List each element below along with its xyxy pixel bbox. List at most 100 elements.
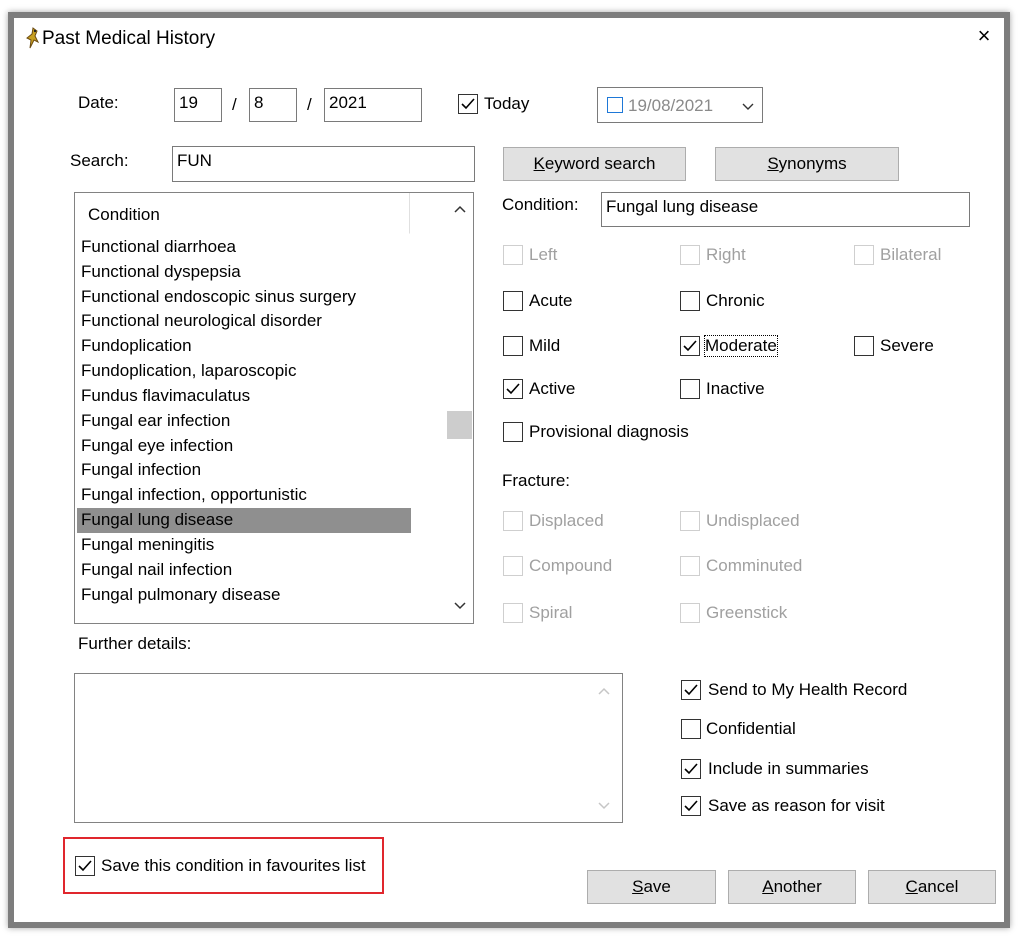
picker-value: 19/08/2021 <box>628 96 714 115</box>
further-details-label: Further details: <box>78 634 192 653</box>
mild-checkbox[interactable] <box>503 336 523 356</box>
list-item[interactable]: Fungal ear infection <box>81 409 409 434</box>
date-picker[interactable]: 19/08/2021 <box>597 87 763 123</box>
scroll-up-icon <box>598 687 610 695</box>
undisplaced-checkbox <box>680 511 700 531</box>
list-item[interactable]: Functional diarrhoea <box>81 235 409 260</box>
chevron-down-icon[interactable] <box>741 101 755 111</box>
severe-label: Severe <box>880 336 934 355</box>
chronic-label: Chronic <box>706 291 765 310</box>
list-item[interactable]: Functional endoscopic sinus surgery <box>81 285 409 310</box>
list-column-header[interactable]: Condition <box>75 193 410 234</box>
check-icon <box>684 800 698 812</box>
include-summaries-label: Include in summaries <box>708 759 869 778</box>
moderate-label: Moderate <box>704 335 778 357</box>
chronic-checkbox[interactable] <box>680 291 700 311</box>
window-title: Past Medical History <box>42 28 216 49</box>
favourites-label: Save this condition in favourites list <box>101 856 366 875</box>
inactive-label: Inactive <box>706 379 765 398</box>
list-item[interactable]: Fundoplication <box>81 334 409 359</box>
fracture-label: Fracture: <box>502 471 571 490</box>
condition-input[interactable]: Fungal lung disease <box>601 192 970 227</box>
save-button[interactable]: Save <box>587 870 716 904</box>
compound-label: Compound <box>529 556 613 575</box>
spiral-checkbox <box>503 603 523 623</box>
mild-label: Mild <box>529 336 561 355</box>
left-label: Left <box>529 245 558 264</box>
keyword-search-label: Keyword search <box>533 154 656 173</box>
picker-checkbox[interactable] <box>607 97 623 113</box>
save-reason-label: Save as reason for visit <box>708 796 885 815</box>
send-mhr-checkbox[interactable] <box>681 680 701 700</box>
list-item[interactable]: Fungal nail infection <box>81 558 409 583</box>
app-bird-icon <box>26 27 40 49</box>
include-summaries-checkbox[interactable] <box>681 759 701 779</box>
list-item[interactable]: Fungal meningitis <box>81 533 409 558</box>
list-item[interactable]: Fungal pulmonary disease <box>81 583 409 608</box>
condition-list[interactable]: Condition Functional diarrhoea Functiona… <box>74 192 474 624</box>
keyword-search-button[interactable]: Keyword search <box>503 147 686 181</box>
cancel-label: Cancel <box>905 877 959 896</box>
date-year-input[interactable]: 2021 <box>324 88 422 122</box>
further-details-text <box>75 674 590 822</box>
cancel-button[interactable]: Cancel <box>868 870 996 904</box>
right-checkbox <box>680 245 700 265</box>
list-item[interactable]: Fungal infection <box>81 458 409 483</box>
list-item[interactable]: Fungal infection, opportunistic <box>81 483 409 508</box>
check-icon <box>683 340 697 352</box>
check-icon <box>684 763 698 775</box>
left-checkbox <box>503 245 523 265</box>
list-item[interactable]: Functional neurological disorder <box>81 309 409 334</box>
acute-checkbox[interactable] <box>503 291 523 311</box>
today-checkbox[interactable] <box>458 94 478 114</box>
spiral-label: Spiral <box>529 603 573 622</box>
list-header-label: Condition <box>88 205 160 224</box>
check-icon <box>506 383 520 395</box>
active-checkbox[interactable] <box>503 379 523 399</box>
scroll-thumb[interactable] <box>447 411 472 439</box>
further-details-textarea[interactable] <box>74 673 623 823</box>
greenstick-checkbox <box>680 603 700 623</box>
bilateral-checkbox <box>854 245 874 265</box>
date-separator: / <box>307 95 312 114</box>
close-icon[interactable]: × <box>972 24 996 48</box>
list-item[interactable]: Fundoplication, laparoscopic <box>81 359 409 384</box>
inactive-checkbox[interactable] <box>680 379 700 399</box>
scroll-down-icon <box>598 802 610 810</box>
right-label: Right <box>706 245 746 264</box>
another-label: Another <box>762 877 822 896</box>
favourites-checkbox[interactable] <box>75 856 95 876</box>
active-label: Active <box>529 379 576 398</box>
another-button[interactable]: Another <box>728 870 856 904</box>
scroll-up-icon[interactable] <box>453 204 467 214</box>
synonyms-button[interactable]: Synonyms <box>715 147 899 181</box>
confidential-checkbox[interactable] <box>681 719 701 739</box>
condition-label: Condition: <box>502 195 579 214</box>
save-reason-checkbox[interactable] <box>681 796 701 816</box>
comminuted-label: Comminuted <box>706 556 803 575</box>
list-item[interactable]: Functional dyspepsia <box>81 260 409 285</box>
check-icon <box>461 98 475 110</box>
date-month-input[interactable]: 8 <box>249 88 297 122</box>
bilateral-label: Bilateral <box>880 245 942 264</box>
scroll-down-icon[interactable] <box>453 601 467 611</box>
list-item[interactable]: Fundus flavimaculatus <box>81 384 409 409</box>
list-item[interactable]: Fungal eye infection <box>81 434 409 459</box>
displaced-label: Displaced <box>529 511 604 530</box>
moderate-checkbox[interactable] <box>680 336 700 356</box>
search-label: Search: <box>70 151 129 170</box>
provisional-label: Provisional diagnosis <box>529 422 689 441</box>
list-item-selected[interactable]: Fungal lung disease <box>77 508 411 533</box>
acute-label: Acute <box>529 291 573 310</box>
check-icon <box>684 684 698 696</box>
search-input[interactable]: FUN <box>172 146 475 182</box>
provisional-checkbox[interactable] <box>503 422 523 442</box>
compound-checkbox <box>503 556 523 576</box>
check-icon <box>78 860 92 872</box>
date-day-input[interactable]: 19 <box>174 88 222 122</box>
list-scrollbar[interactable] <box>447 193 473 623</box>
save-label: Save <box>632 877 671 896</box>
severe-checkbox[interactable] <box>854 336 874 356</box>
confidential-label: Confidential <box>706 719 796 738</box>
send-mhr-label: Send to My Health Record <box>708 680 908 699</box>
